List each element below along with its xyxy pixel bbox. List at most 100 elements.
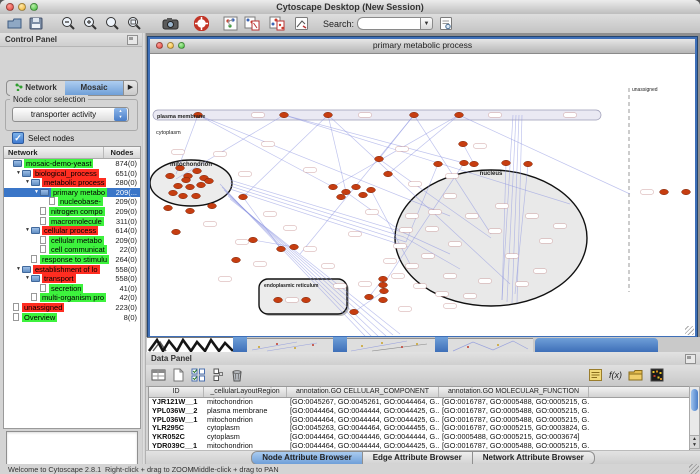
tree-row[interactable]: unassigned223(0)	[4, 303, 140, 313]
tab-network[interactable]: Network	[7, 81, 65, 95]
network-node[interactable]	[324, 112, 333, 117]
network-node[interactable]	[337, 194, 346, 199]
network-node[interactable]	[274, 297, 283, 302]
network-node[interactable]	[186, 184, 195, 189]
network-node[interactable]	[164, 205, 173, 210]
tree-row[interactable]: mosaic-demo-yeast874(0)	[4, 159, 140, 169]
network-node[interactable]	[502, 160, 511, 165]
open-session-icon[interactable]	[7, 16, 23, 31]
tab-edge-attribute-browser[interactable]: Edge Attribute Browser	[363, 451, 473, 465]
network-node[interactable]	[192, 193, 201, 198]
background-window-preview[interactable]	[247, 338, 333, 352]
select-nodes-checkbox[interactable]: ✓	[12, 132, 24, 144]
tree-row[interactable]: Overview8(0)	[4, 313, 140, 323]
tree-expander-icon[interactable]: ▼	[15, 169, 22, 179]
network-node[interactable]	[182, 177, 191, 182]
table-row[interactable]: YPL036W__1mitochondrion[GO:0044464, GO:0…	[149, 416, 689, 425]
tree-row[interactable]: secretion41(0)	[4, 284, 140, 294]
network-node[interactable]	[290, 244, 299, 249]
tree-row[interactable]: ▼biological_process651(0)	[4, 169, 140, 179]
network-node[interactable]	[205, 178, 214, 183]
help-ring-icon[interactable]	[194, 16, 209, 31]
network-node[interactable]	[350, 309, 359, 314]
select-attributes-icon[interactable]	[191, 368, 206, 383]
tree-row[interactable]: ▼primary metabo209(...	[4, 188, 140, 198]
table-column-header[interactable]: annotation.GO CELLULAR_COMPONENT	[287, 387, 439, 397]
network-node[interactable]	[379, 282, 388, 287]
network-node[interactable]	[375, 156, 384, 161]
tree-row[interactable]: ▼cellular process614(0)	[4, 226, 140, 236]
network-canvas[interactable]: plasma membranecytoplasmmitochondrionnuc…	[150, 54, 695, 336]
tree-expander-icon[interactable]: ▼	[15, 265, 22, 275]
tree-expander-icon[interactable]: ▼	[24, 274, 31, 284]
network-node[interactable]	[342, 189, 351, 194]
zoom-out-icon[interactable]	[60, 16, 76, 31]
scrollbar-arrows[interactable]: ▲▼	[690, 435, 699, 448]
tab-network-attribute-browser[interactable]: Network Attribute Browser	[473, 451, 595, 465]
unselect-attributes-icon[interactable]	[212, 368, 224, 383]
network-node[interactable]	[410, 112, 419, 117]
float-data-panel-icon[interactable]	[685, 354, 696, 364]
network-node[interactable]	[379, 297, 388, 302]
network-node[interactable]	[232, 257, 241, 262]
table-row[interactable]: YKR052Ccytoplasm[GO:0044464, GO:0044446,…	[149, 433, 689, 442]
tree-column-nodes[interactable]: Nodes	[104, 147, 140, 158]
network-node[interactable]	[434, 161, 443, 166]
overlay-network-icon-3[interactable]	[269, 16, 285, 31]
zoom-fit-icon[interactable]	[126, 16, 142, 31]
network-node[interactable]	[384, 171, 393, 176]
network-node[interactable]	[249, 237, 258, 242]
tree-column-network[interactable]: Network	[4, 147, 104, 158]
tree-row[interactable]: cell communicat22(0)	[4, 245, 140, 255]
table-column-header[interactable]: _cellularLayoutRegion	[204, 387, 287, 397]
attribute-table-icon[interactable]	[151, 368, 166, 383]
network-node[interactable]	[660, 189, 669, 194]
tree-row[interactable]: nitrogen compo209(0)	[4, 207, 140, 217]
network-node[interactable]	[367, 187, 376, 192]
network-node[interactable]	[365, 294, 374, 299]
new-attribute-icon[interactable]	[172, 368, 185, 383]
network-node[interactable]	[455, 112, 464, 117]
float-panel-icon[interactable]	[127, 35, 138, 45]
network-node[interactable]	[380, 288, 389, 293]
attribute-table-scrollbar[interactable]: ▲▼	[689, 386, 700, 449]
network-node[interactable]	[277, 246, 286, 251]
background-window-edge[interactable]	[333, 337, 347, 352]
network-node[interactable]	[239, 194, 248, 199]
table-column-header[interactable]: annotation.GO MOLECULAR_FUNCTION	[439, 387, 589, 397]
notes-icon[interactable]	[588, 368, 603, 383]
tab-overflow-arrow[interactable]: ▶	[123, 81, 137, 95]
save-session-icon[interactable]	[29, 16, 44, 31]
table-column-header[interactable]	[589, 387, 689, 397]
application-resize-grip[interactable]	[689, 464, 699, 474]
network-node[interactable]	[166, 173, 175, 178]
network-node[interactable]	[524, 161, 533, 166]
network-node[interactable]	[359, 192, 368, 197]
delete-attribute-trash-icon[interactable]	[230, 368, 244, 383]
zoom-in-icon[interactable]	[82, 16, 98, 31]
tree-row[interactable]: macromolecule311(0)	[4, 217, 140, 227]
search-dropdown-button[interactable]: ▼	[420, 17, 433, 30]
node-color-dropdown[interactable]: transporter activity ▲▼	[12, 107, 129, 122]
network-node[interactable]	[169, 190, 178, 195]
tab-mosaic[interactable]: Mosaic	[65, 81, 123, 95]
import-attributes-folder-icon[interactable]	[628, 368, 644, 383]
network-window-titlebar[interactable]: primary metabolic process	[150, 39, 695, 54]
overlay-network-icon-2[interactable]	[244, 16, 260, 31]
network-node[interactable]	[682, 189, 691, 194]
background-window-edge[interactable]	[435, 337, 448, 352]
tab-node-attribute-browser[interactable]: Node Attribute Browser	[251, 451, 363, 465]
scrollbar-thumb[interactable]	[691, 389, 698, 411]
tree-row[interactable]: response to stimulu264(0)	[4, 255, 140, 265]
network-node[interactable]	[179, 193, 188, 198]
network-node[interactable]	[470, 161, 479, 166]
network-node[interactable]	[329, 184, 338, 189]
background-window-titlebar[interactable]	[535, 338, 658, 352]
overlay-network-icon-1[interactable]	[223, 16, 238, 31]
table-row[interactable]: YLR295Ccytoplasm[GO:0045263, GO:0044464,…	[149, 424, 689, 433]
table-row[interactable]: YJR121W__1mitochondrion[GO:0045267, GO:0…	[149, 398, 689, 407]
network-node[interactable]	[172, 229, 181, 234]
annotation-icon[interactable]	[294, 16, 309, 31]
network-node[interactable]	[379, 276, 388, 281]
network-node[interactable]	[352, 184, 361, 189]
